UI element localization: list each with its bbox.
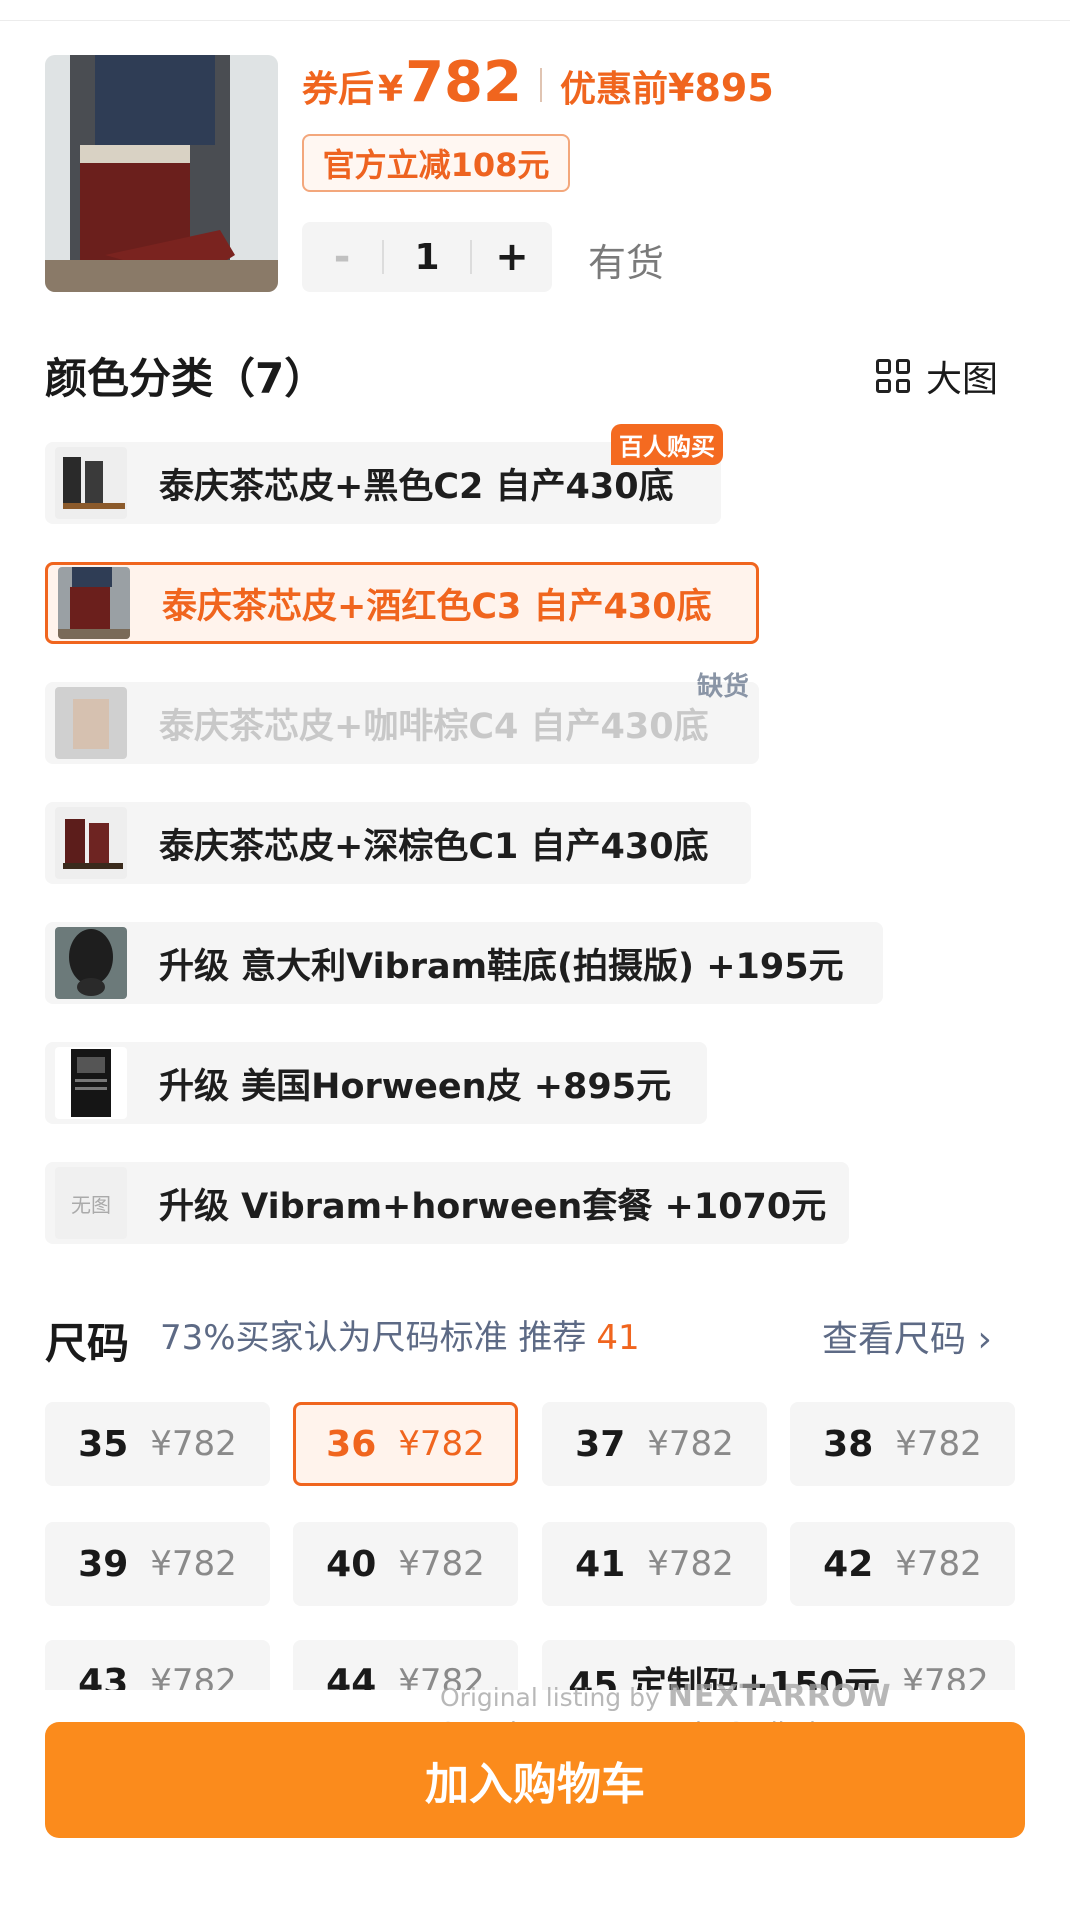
size-price: ¥782	[150, 1662, 237, 1690]
size-option-38[interactable]: 38 ¥782	[790, 1402, 1015, 1486]
recommended-size: 41	[596, 1318, 640, 1358]
variant-upgrade-vibram[interactable]: 升级 意大利Vibram鞋底(拍摄版) +195元	[45, 922, 883, 1004]
popular-badge: 百人购买	[611, 424, 723, 465]
size-number: 44	[326, 1661, 377, 1691]
out-of-stock-badge: 缺货	[696, 672, 749, 702]
size-price: ¥782	[902, 1662, 989, 1690]
grid-icon	[876, 359, 910, 393]
variant-thumbnail	[58, 567, 130, 639]
price-row: 券后 ¥ 782 优惠前 ¥895	[302, 50, 774, 120]
variant-label: 泰庆茶芯皮+咖啡棕C4 自产430底	[159, 706, 709, 747]
size-option-36[interactable]: 36 ¥782	[293, 1402, 518, 1486]
variant-label: 升级 Vibram+horween套餐 +1070元	[159, 1186, 827, 1227]
size-number: 42	[823, 1543, 874, 1585]
size-section-title: 尺码	[45, 1319, 130, 1368]
watermark-text: Original listing by	[440, 1683, 660, 1712]
size-price: ¥782	[647, 1424, 734, 1464]
coupon-price: 782	[405, 50, 522, 115]
product-main-image[interactable]	[45, 55, 278, 292]
size-number: 37	[575, 1423, 626, 1465]
size-option-43[interactable]: 43 ¥782	[45, 1640, 270, 1690]
no-image-placeholder: 无图	[55, 1167, 127, 1239]
variant-thumbnail	[55, 927, 127, 999]
variant-upgrade-horween[interactable]: 升级 美国Horween皮 +895元	[45, 1042, 707, 1124]
size-number: 39	[78, 1543, 129, 1585]
size-number: 36	[326, 1423, 377, 1465]
variant-coffee-c4[interactable]: 泰庆茶芯皮+咖啡棕C4 自产430底 缺货	[45, 672, 759, 764]
variant-thumbnail	[55, 807, 127, 879]
size-price: ¥782	[895, 1544, 982, 1584]
big-view-label: 大图	[926, 359, 999, 400]
size-number: 41	[575, 1543, 626, 1585]
add-to-cart-button[interactable]: 加入购物车	[45, 1722, 1025, 1838]
currency-symbol: ¥	[378, 69, 404, 110]
size-hint-text: 73%买家认为尺码标准 推荐	[160, 1318, 587, 1358]
size-number: 43	[78, 1661, 129, 1691]
variant-label: 升级 意大利Vibram鞋底(拍摄版) +195元	[159, 946, 844, 987]
quantity-stepper: - 1 +	[302, 222, 552, 292]
variant-label: 泰庆茶芯皮+黑色C2 自产430底	[159, 466, 674, 507]
size-option-39[interactable]: 39 ¥782	[45, 1522, 270, 1606]
size-price: ¥782	[895, 1424, 982, 1464]
orig-label: 优惠前	[559, 69, 668, 110]
color-section-title: 颜色分类（7）	[45, 354, 327, 403]
size-option-42[interactable]: 42 ¥782	[790, 1522, 1015, 1606]
discount-tag: 官方立减108元	[302, 134, 570, 192]
variant-thumbnail	[55, 687, 127, 759]
big-view-button[interactable]: 大图	[876, 350, 998, 402]
size-price: ¥782	[398, 1424, 485, 1464]
variant-label: 升级 美国Horween皮 +895元	[159, 1066, 672, 1107]
size-number: 40	[326, 1543, 377, 1585]
variant-black-c2[interactable]: 泰庆茶芯皮+黑色C2 自产430底 百人购买	[45, 424, 723, 524]
top-divider	[0, 20, 1070, 21]
size-price: ¥782	[398, 1544, 485, 1584]
coupon-label: 券后	[302, 69, 375, 110]
variant-wine-red-c3[interactable]: 泰庆茶芯皮+酒红色C3 自产430底	[45, 562, 759, 644]
increment-button[interactable]: +	[472, 234, 552, 280]
size-option-41[interactable]: 41 ¥782	[542, 1522, 767, 1606]
variant-upgrade-combo[interactable]: 无图 升级 Vibram+horween套餐 +1070元	[45, 1162, 849, 1244]
size-number: 35	[78, 1423, 129, 1465]
stock-status: 有货	[588, 241, 665, 285]
decrement-button[interactable]: -	[302, 234, 382, 280]
size-number: 38	[823, 1423, 874, 1465]
view-size-chart-link[interactable]: 查看尺码 ›	[822, 1310, 992, 1362]
size-option-40[interactable]: 40 ¥782	[293, 1522, 518, 1606]
size-price: ¥782	[150, 1424, 237, 1464]
watermark-brand: NEXTARROW	[667, 1679, 892, 1714]
variant-label: 泰庆茶芯皮+酒红色C3 自产430底	[162, 586, 712, 627]
size-option-35[interactable]: 35 ¥782	[45, 1402, 270, 1486]
variant-dark-brown-c1[interactable]: 泰庆茶芯皮+深棕色C1 自产430底	[45, 802, 751, 884]
variant-thumbnail	[55, 1047, 127, 1119]
quantity-value[interactable]: 1	[384, 237, 470, 278]
size-price: ¥782	[647, 1544, 734, 1584]
variant-label: 泰庆茶芯皮+深棕色C1 自产430底	[159, 826, 709, 867]
variant-thumbnail	[55, 447, 127, 519]
price-divider	[539, 68, 542, 102]
size-price: ¥782	[150, 1544, 237, 1584]
size-hint: 73%买家认为尺码标准 推荐 41	[160, 1310, 640, 1359]
size-option-37[interactable]: 37 ¥782	[542, 1402, 767, 1486]
orig-price: ¥895	[668, 66, 774, 110]
